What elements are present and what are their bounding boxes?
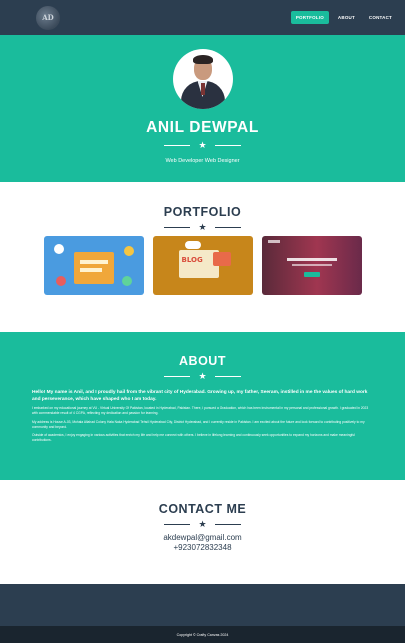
contact-section: CONTACT ME ★ akdewpal@gmail.com +9230728… [0, 480, 405, 584]
star-icon: ★ [198, 222, 207, 232]
portfolio-item-blog[interactable]: BLOG [152, 236, 253, 295]
contact-email[interactable]: akdewpal@gmail.com [0, 533, 405, 543]
portfolio-grid: BLOG [0, 236, 405, 295]
about-paragraph-interests: Outside of academics, I enjoy engaging i… [32, 432, 355, 442]
site-logo[interactable]: AD [36, 5, 60, 30]
contact-divider: ★ [0, 520, 405, 529]
contact-phone[interactable]: +923072832348 [0, 543, 405, 553]
blog-thumb-label: BLOG [181, 256, 203, 264]
about-paragraph-address: My address is House A-03, Mohala Allahad… [32, 419, 365, 429]
portfolio-title: PORTFOLIO [163, 205, 242, 219]
about-paragraph-education: I embarked on my educational journey at … [32, 406, 369, 416]
navbar: AD PORTFOLIO ABOUT CONTACT [0, 0, 405, 35]
hero-subtitle: Web Developer Web Designer [165, 158, 240, 164]
hero-divider: ★ [164, 140, 241, 150]
avatar [172, 49, 233, 109]
masthead: ANIL DEWPAL ★ Web Developer Web Designer [0, 35, 405, 182]
star-icon: ★ [198, 140, 207, 150]
nav-link-portfolio[interactable]: PORTFOLIO [290, 11, 329, 24]
about-section: ABOUT ★ Hello! My name is Anil, and I pr… [0, 332, 405, 480]
hero-name: ANIL DEWPAL [146, 119, 259, 136]
copyright-text: Copyright © Crafty Canvas 2024 [176, 632, 229, 637]
about-lead: Hello! My name is Anil, and I proudly ha… [32, 390, 368, 403]
copyright-bar: Copyright © Crafty Canvas 2024 [0, 626, 405, 643]
portfolio-item-ecommerce[interactable] [43, 236, 144, 295]
nav-link-about[interactable]: ABOUT [333, 11, 360, 24]
footer [0, 584, 405, 626]
contact-title: CONTACT ME [158, 502, 247, 516]
star-icon: ★ [198, 519, 207, 529]
about-text: Hello! My name is Anil, and I proudly ha… [0, 385, 405, 443]
portfolio-divider: ★ [0, 223, 405, 232]
nav-menu: PORTFOLIO ABOUT CONTACT [290, 11, 397, 24]
portfolio-section: PORTFOLIO ★ BLOG [0, 182, 405, 332]
about-title: ABOUT [179, 354, 226, 368]
about-divider: ★ [0, 372, 405, 381]
nav-link-contact[interactable]: CONTACT [364, 11, 397, 24]
portfolio-item-landing[interactable] [261, 236, 362, 295]
star-icon: ★ [198, 371, 207, 381]
